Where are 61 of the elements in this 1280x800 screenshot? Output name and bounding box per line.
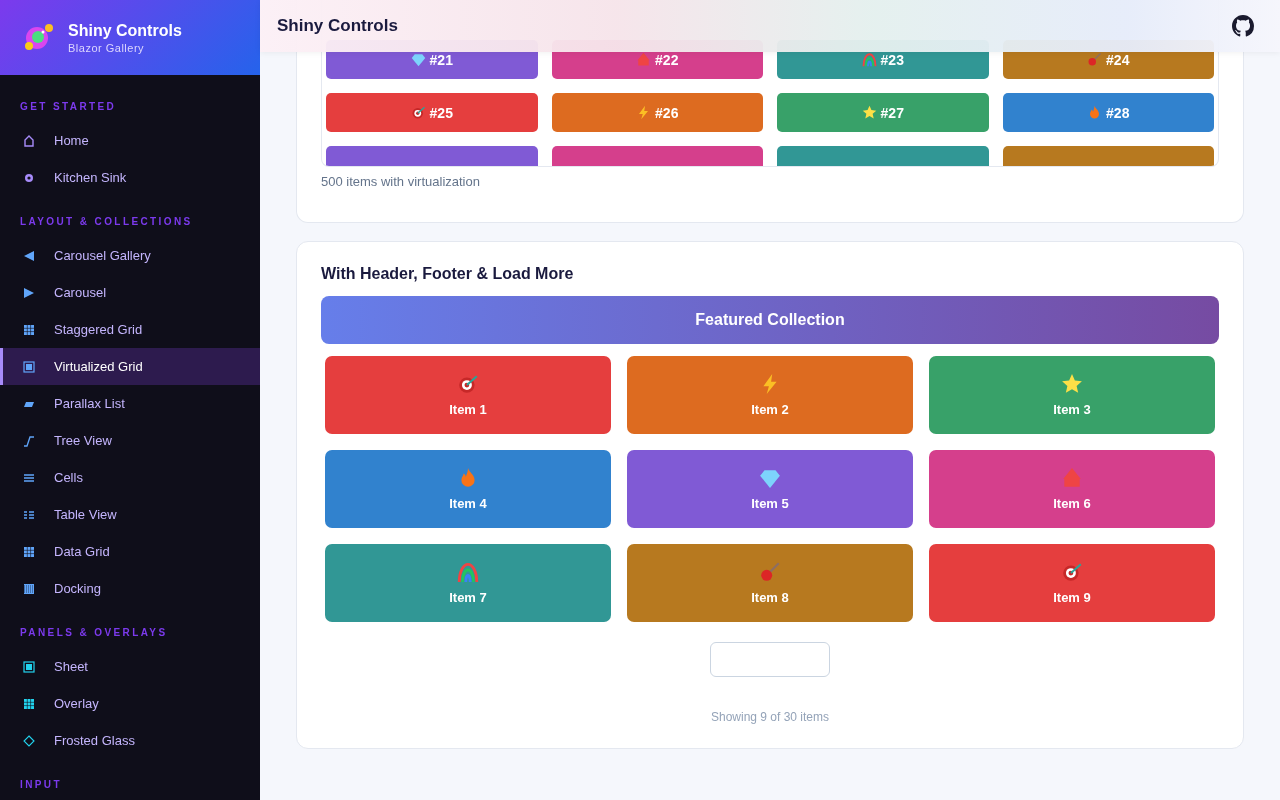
diamond-icon [23, 734, 35, 747]
target-icon [410, 105, 426, 120]
nav-item[interactable]: Virtualized Grid [0, 348, 260, 385]
home-icon [23, 134, 35, 147]
grid-tile[interactable]: #25 [326, 93, 538, 132]
square-icon [23, 360, 35, 373]
nav-item[interactable]: Home [0, 122, 260, 159]
step-line-icon [23, 434, 35, 447]
square-icon [23, 660, 35, 673]
target-icon [457, 373, 479, 395]
nav-item[interactable]: Overlay [0, 685, 260, 722]
collection-header: Featured Collection [321, 296, 1219, 344]
github-icon[interactable] [1232, 15, 1254, 37]
star-icon [1061, 373, 1083, 395]
rainbow-icon [457, 561, 479, 583]
item-card[interactable]: Item 3 [929, 356, 1215, 434]
item-card[interactable]: Item 8 [627, 544, 913, 622]
gem-icon [759, 467, 781, 489]
nav-item[interactable]: Frosted Glass [0, 722, 260, 759]
item-card[interactable]: Item 7 [325, 544, 611, 622]
nav-item[interactable]: Carousel [0, 274, 260, 311]
nav-item[interactable]: Cells [0, 459, 260, 496]
nav-section-title: LAYOUT & COLLECTIONS [19, 216, 194, 227]
star-icon [861, 105, 877, 120]
rainbow-icon [861, 52, 877, 67]
grid-tile[interactable]: #28 [1002, 93, 1214, 132]
nav-item[interactable]: Carousel Gallery [0, 237, 260, 274]
item-card[interactable]: Item 1 [325, 356, 611, 434]
nav-item[interactable]: Docking [0, 570, 260, 607]
nav-section-title: GET STARTED [19, 101, 118, 112]
triangle-left-icon [23, 249, 35, 262]
nav-item[interactable]: Kitchen Sink [0, 159, 260, 196]
item-card[interactable]: Item 4 [325, 450, 611, 528]
caption: 500 items with virtualization [321, 174, 481, 189]
nav-section-title: INPUT [19, 779, 63, 790]
page-title: Shiny Controls [277, 16, 398, 36]
brand-subtitle: Blazor Gallery [68, 41, 146, 54]
item-card[interactable]: Item 9 [929, 544, 1215, 622]
grid-tile[interactable]: #26 [551, 93, 763, 132]
grid-icon [23, 323, 35, 336]
nav-section-title: PANELS & OVERLAYS [19, 627, 169, 638]
grid-tile[interactable]: #27 [777, 93, 989, 132]
lines-icon [23, 471, 35, 484]
nav-item[interactable]: Sheet [0, 648, 260, 685]
table-icon [23, 508, 35, 521]
grid-icon [23, 697, 35, 710]
item-card[interactable]: Item 5 [627, 450, 913, 528]
empty-button[interactable] [710, 642, 830, 677]
section-title: With Header, Footer & Load More [321, 265, 575, 283]
nav-item[interactable]: Data Grid [0, 533, 260, 570]
item-card[interactable]: Item 2 [627, 356, 913, 434]
nav-item[interactable]: Parallax List [0, 385, 260, 422]
item-count: Showing 9 of 30 items [709, 710, 831, 724]
target-icon [1061, 561, 1083, 583]
triangle-right-icon [23, 286, 35, 299]
brand-title: Shiny Controls [68, 21, 182, 40]
item-card[interactable]: Item 6 [929, 450, 1215, 528]
nav-item[interactable]: Table View [0, 496, 260, 533]
nav-item[interactable]: Staggered Grid [0, 311, 260, 348]
grid-icon [23, 545, 35, 558]
nav-item[interactable]: Tree View [0, 422, 260, 459]
